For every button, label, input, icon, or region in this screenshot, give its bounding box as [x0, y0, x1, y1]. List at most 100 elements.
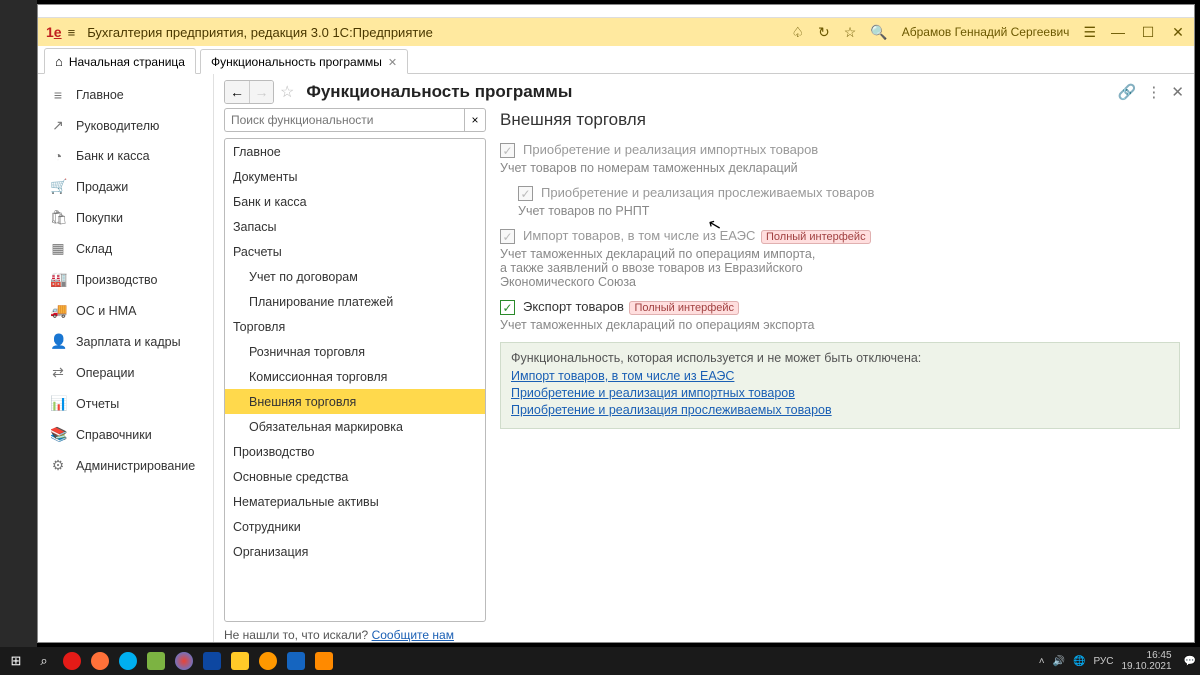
search-input[interactable] — [224, 108, 464, 132]
maximize-button[interactable]: ☐ — [1140, 24, 1156, 41]
sidebar-item-manager[interactable]: ↗Руководителю — [38, 110, 213, 141]
tree-item[interactable]: Запасы — [225, 214, 485, 239]
tab-functionality[interactable]: Функциональность программы ✕ — [200, 49, 408, 74]
page-title: Функциональность программы — [306, 82, 572, 102]
info-head: Функциональность, которая используется и… — [511, 351, 1169, 365]
tree-item[interactable]: Документы — [225, 164, 485, 189]
forward-button[interactable]: → — [249, 81, 273, 103]
tree-item[interactable]: Комиссионная торговля — [225, 364, 485, 389]
tree-item[interactable]: Сотрудники — [225, 514, 485, 539]
taskbar-app[interactable] — [172, 649, 196, 673]
sidebar-item-production[interactable]: 🏭Производство — [38, 264, 213, 295]
taskbar-app[interactable] — [200, 649, 224, 673]
tray-lang[interactable]: РУС — [1093, 656, 1113, 667]
tree-item[interactable]: Розничная торговля — [225, 339, 485, 364]
badge-full: Полный интерфейс — [761, 230, 871, 244]
tray-chevron-icon[interactable]: ˄ — [1039, 656, 1045, 667]
app-header: 1e ≡ Бухгалтерия предприятия, редакция 3… — [38, 18, 1194, 46]
taskbar-app[interactable] — [312, 649, 336, 673]
start-button[interactable]: ⊞ — [4, 649, 28, 673]
settings-panel: Внешняя торговля ✓ Приобретение и реализ… — [486, 108, 1194, 642]
sidebar-item-main[interactable]: ≡Главное — [38, 80, 213, 110]
taskbar-app[interactable] — [144, 649, 168, 673]
bank-icon: ◔ — [50, 148, 66, 164]
taskbar-app[interactable] — [228, 649, 252, 673]
option-label: Приобретение и реализация импортных това… — [523, 142, 818, 157]
history-icon[interactable]: ↻ — [818, 24, 830, 41]
sidebar-item-bank[interactable]: ◔Банк и касса — [38, 141, 213, 171]
tree-item[interactable]: Банк и касса — [225, 189, 485, 214]
search-icon[interactable]: 🔍 — [870, 24, 887, 41]
sidebar-item-salary[interactable]: 👤Зарплата и кадры — [38, 326, 213, 357]
sidebar-item-dicts[interactable]: 📚Справочники — [38, 419, 213, 450]
tree-item[interactable]: Учет по договорам — [225, 264, 485, 289]
tree-item[interactable]: Главное — [225, 139, 485, 164]
checkbox-export[interactable]: ✓ — [500, 300, 515, 315]
sidebar-item-purchases[interactable]: 🛍Покупки — [38, 202, 213, 233]
taskbar-app[interactable] — [88, 649, 112, 673]
sidebar: ≡Главное ↗Руководителю ◔Банк и касса 🛒Пр… — [38, 74, 214, 642]
tray-notif-icon[interactable]: 💬 — [1184, 656, 1196, 667]
sidebar-item-warehouse[interactable]: ▦Склад — [38, 233, 213, 264]
page-close-icon[interactable]: ✕ — [1171, 83, 1184, 101]
nav-buttons: ← → — [224, 80, 274, 104]
tab-label: Начальная страница — [69, 55, 185, 69]
taskbar-app[interactable] — [116, 649, 140, 673]
favorite-icon[interactable]: ☆ — [280, 82, 294, 102]
info-box: Функциональность, которая используется и… — [500, 342, 1180, 429]
factory-icon: 🏭 — [50, 271, 66, 288]
warehouse-icon: ▦ — [50, 240, 66, 257]
tab-home[interactable]: ⌂ Начальная страница — [44, 48, 196, 74]
section-title: Внешняя торговля — [500, 110, 1180, 130]
sidebar-item-admin[interactable]: ⚙Администрирование — [38, 450, 213, 481]
content: ← → ☆ Функциональность программы 🔗 ⋮ ✕ × — [214, 74, 1194, 642]
tray-sound-icon[interactable]: 🔊 — [1053, 656, 1065, 667]
swap-icon: ⇄ — [50, 364, 66, 381]
bell-icon[interactable]: ♤ — [791, 24, 804, 41]
sidebar-item-operations[interactable]: ⇄Операции — [38, 357, 213, 388]
info-link[interactable]: Импорт товаров, в том числе из ЕАЭС — [511, 369, 1169, 383]
checkbox-traceable: ✓ — [518, 186, 533, 201]
tree-item[interactable]: Основные средства — [225, 464, 485, 489]
info-link[interactable]: Приобретение и реализация прослеживаемых… — [511, 403, 1169, 417]
app-close-button[interactable]: ✕ — [1170, 24, 1186, 41]
minimize-button[interactable]: — — [1110, 24, 1126, 40]
page-header: ← → ☆ Функциональность программы 🔗 ⋮ ✕ — [214, 74, 1194, 108]
report-link[interactable]: Сообщите нам — [372, 628, 454, 642]
tree-item[interactable]: Планирование платежей — [225, 289, 485, 314]
list-icon: ≡ — [50, 87, 66, 103]
menu-icon[interactable]: ≡ — [68, 25, 76, 40]
tree-item[interactable]: Производство — [225, 439, 485, 464]
sidebar-item-sales[interactable]: 🛒Продажи — [38, 171, 213, 202]
taskbar-search-icon[interactable]: ⌕ — [32, 649, 56, 673]
back-button[interactable]: ← — [225, 81, 249, 103]
link-icon[interactable]: 🔗 — [1118, 83, 1137, 101]
close-icon[interactable]: ✕ — [388, 56, 397, 69]
tree-item[interactable]: Нематериальные активы — [225, 489, 485, 514]
taskbar-app[interactable] — [60, 649, 84, 673]
window-titlebar — [38, 5, 1194, 18]
tray-clock[interactable]: 16:45 19.10.2021 — [1121, 650, 1175, 672]
bag-icon: 🛍 — [50, 209, 66, 226]
star-icon[interactable]: ☆ — [844, 24, 857, 41]
sidebar-item-reports[interactable]: 📊Отчеты — [38, 388, 213, 419]
tree-item[interactable]: Обязательная маркировка — [225, 414, 485, 439]
taskbar-app[interactable] — [256, 649, 280, 673]
info-link[interactable]: Приобретение и реализация импортных това… — [511, 386, 1169, 400]
user-name[interactable]: Абрамов Геннадий Сергеевич — [902, 25, 1070, 39]
user-icon: 👤 — [50, 333, 66, 350]
settings-icon[interactable]: ☰ — [1083, 24, 1096, 41]
sidebar-item-assets[interactable]: 🚚ОС и НМА — [38, 295, 213, 326]
tree-item[interactable]: Расчеты — [225, 239, 485, 264]
kebab-icon[interactable]: ⋮ — [1146, 83, 1161, 101]
clear-icon[interactable]: × — [464, 108, 486, 132]
option-label: Экспорт товаров Полный интерфейс — [523, 299, 739, 314]
functionality-tree: Главное Документы Банк и касса Запасы Ра… — [224, 138, 486, 622]
option-desc: Учет товаров по номерам таможенных декла… — [500, 161, 1180, 175]
books-icon: 📚 — [50, 426, 66, 443]
tree-item-selected[interactable]: Внешняя торговля — [225, 389, 485, 414]
tray-network-icon[interactable]: 🌐 — [1073, 656, 1085, 667]
taskbar-app[interactable] — [284, 649, 308, 673]
tree-item[interactable]: Торговля — [225, 314, 485, 339]
tree-item[interactable]: Организация — [225, 539, 485, 564]
